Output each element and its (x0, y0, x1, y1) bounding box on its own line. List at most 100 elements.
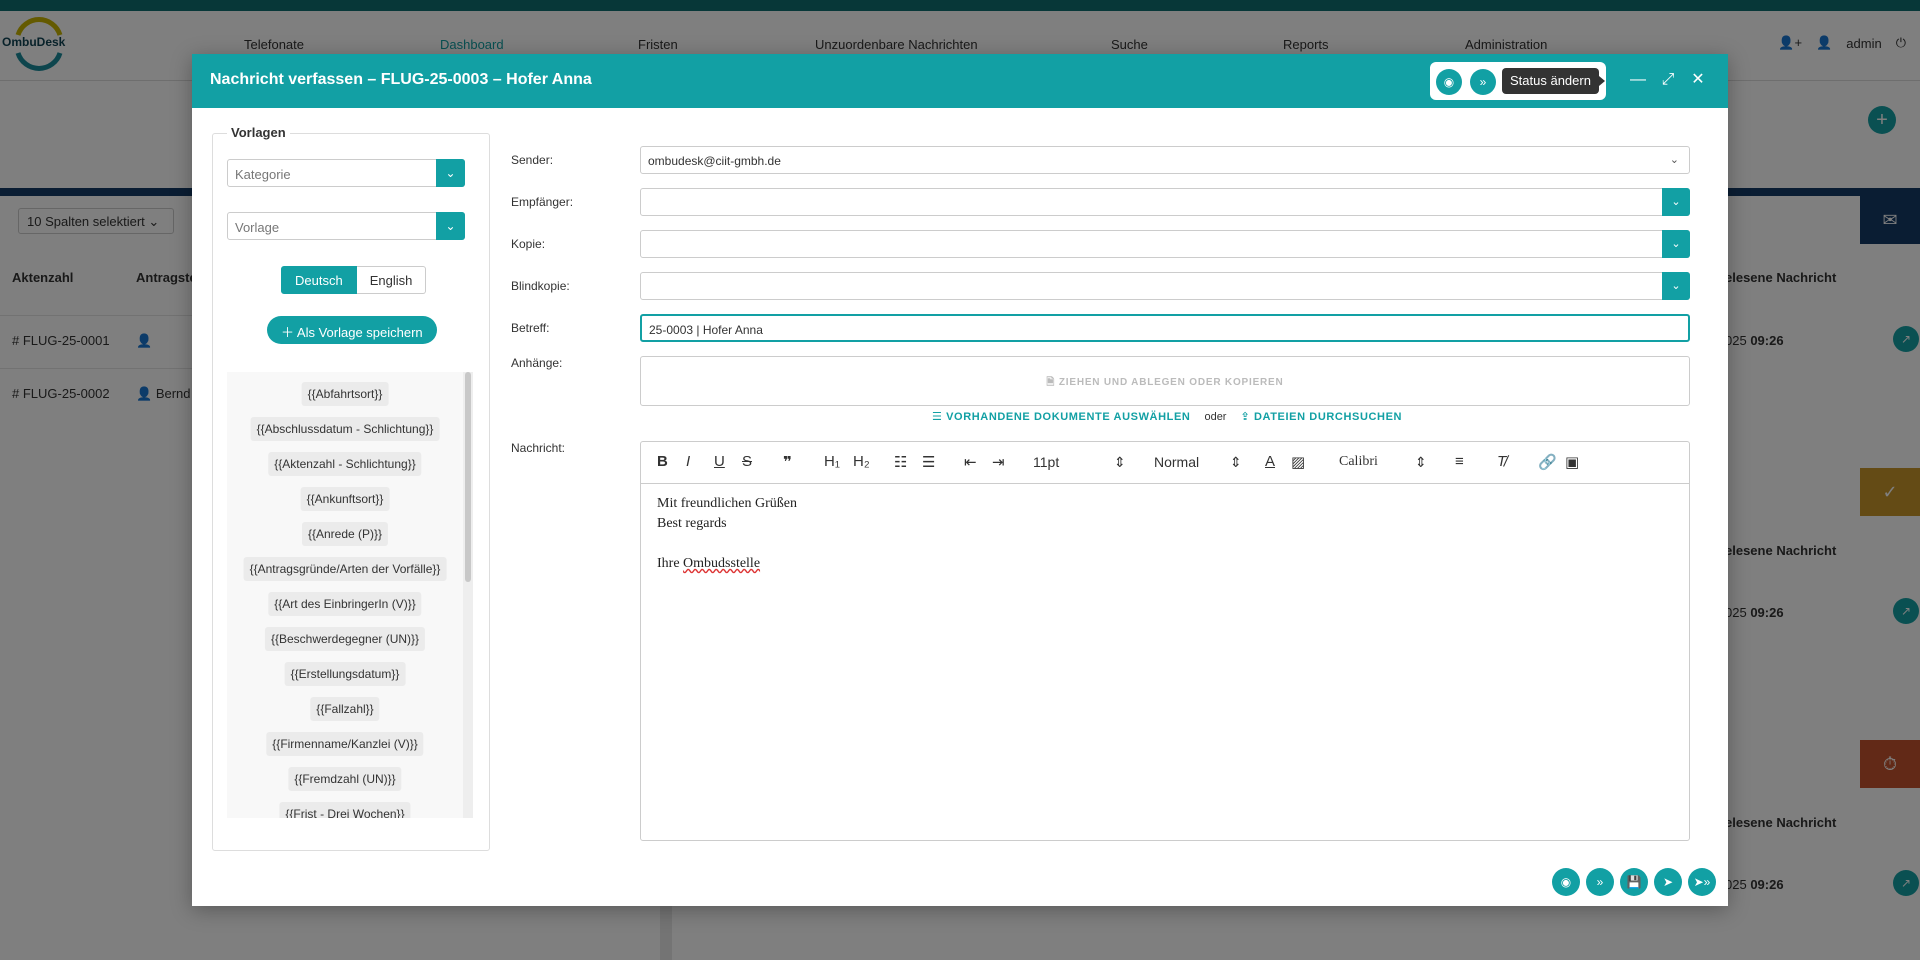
save-icon[interactable]: 💾 (1620, 868, 1648, 896)
strikethrough-icon[interactable]: S (742, 453, 752, 470)
placeholder-tag[interactable]: {{Anrede (P)}} (301, 522, 389, 546)
placeholder-tag[interactable]: {{Abfahrtsort}} (301, 382, 389, 406)
font-size-select[interactable]: 11pt (1033, 454, 1059, 470)
image-icon[interactable]: ▣ (1565, 453, 1579, 471)
editor-line-1: Mit freundlichen Grüßen (657, 496, 797, 511)
subject-value: 25-0003 | Hofer Anna (649, 323, 763, 337)
category-placeholder: Kategorie (235, 167, 291, 182)
preview-icon[interactable]: ◉ (1552, 868, 1580, 896)
chevron-down-icon[interactable]: ⌄ (1662, 272, 1690, 300)
italic-icon[interactable]: I (686, 453, 690, 470)
dialog-header: Nachricht verfassen – FLUG-25-0003 – Hof… (192, 54, 1728, 108)
placeholder-tag[interactable]: {{Beschwerdegegner (UN)}} (264, 627, 426, 651)
placeholder-scrollbar[interactable] (463, 372, 473, 818)
placeholder-tag[interactable]: {{Antragsgründe/Arten der Vorfälle}} (243, 557, 447, 581)
chevron-down-icon[interactable]: ⌄ (1662, 188, 1690, 216)
forward-icon[interactable]: » (1586, 868, 1614, 896)
editor-content[interactable]: Mit freundlichen Grüßen Best regards Ihr… (657, 494, 797, 574)
font-family-select[interactable]: Calibri (1339, 454, 1378, 470)
sender-value: ombudesk@ciit-gmbh.de (648, 154, 781, 168)
style-value: Normal (1154, 454, 1200, 470)
editor-line-4-text: Ihre (657, 556, 684, 571)
style-select[interactable]: Normal (1154, 454, 1199, 470)
lang-en-button[interactable]: English (356, 266, 427, 294)
subject-input[interactable]: 25-0003 | Hofer Anna (640, 314, 1690, 342)
link-icon[interactable]: 🔗 (1538, 453, 1557, 471)
file-icon: 🗎 (1046, 377, 1056, 388)
recipient-field[interactable]: ⌄ (640, 188, 1690, 216)
attachments-label: Anhänge: (511, 356, 563, 370)
bcc-label: Blindkopie: (511, 279, 570, 293)
upload-icon: ⇪ (1240, 411, 1251, 423)
category-select[interactable]: Kategorie ⌄ (227, 159, 465, 187)
bullet-list-icon[interactable]: ☰ (922, 453, 935, 471)
maximize-icon[interactable]: ⤢ (1658, 70, 1678, 90)
outdent-icon[interactable]: ⇤ (964, 453, 977, 471)
attachment-dropzone[interactable]: 🗎 ZIEHEN UND ABLEGEN ODER KOPIEREN (640, 356, 1690, 406)
send-icon[interactable]: ➤ (1654, 868, 1682, 896)
select-documents-link[interactable]: ☰ VORHANDENE DOKUMENTE AUSWÄHLEN (932, 410, 1190, 423)
lang-de-button[interactable]: Deutsch (281, 266, 357, 294)
placeholder-tag[interactable]: {{Erstellungsdatum}} (284, 662, 406, 686)
templates-legend: Vorlagen (227, 125, 290, 140)
cc-label: Kopie: (511, 237, 546, 251)
cc-field[interactable]: ⌄ (640, 230, 1690, 258)
dropzone-text: 🗎 ZIEHEN UND ABLEGEN ODER KOPIEREN (641, 375, 1689, 392)
template-placeholder: Vorlage (235, 220, 280, 235)
preview-icon[interactable]: ◉ (1436, 69, 1462, 95)
template-select[interactable]: Vorlage ⌄ (227, 212, 465, 240)
align-icon[interactable]: ≡ (1455, 453, 1464, 470)
minimize-icon[interactable]: — (1628, 70, 1648, 90)
ordered-list-icon[interactable]: ☷ (894, 453, 907, 471)
scroll-thumb[interactable] (465, 372, 471, 582)
send-close-icon[interactable]: ➤» (1688, 868, 1716, 896)
oder-text: oder (1204, 410, 1227, 423)
compose-message-dialog: Nachricht verfassen – FLUG-25-0003 – Hof… (192, 54, 1728, 906)
browse-files-link[interactable]: ⇪ DATEIEN DURCHSUCHEN (1240, 410, 1402, 423)
chevron-down-icon[interactable]: ⌄ (436, 159, 465, 187)
font-size-value: 11pt (1033, 454, 1060, 470)
chevron-updown-icon[interactable]: ⇕ (1415, 454, 1427, 471)
heading2-icon[interactable]: H₂ (853, 453, 870, 470)
placeholder-tag[interactable]: {{Ankunftsort}} (300, 487, 390, 511)
placeholder-tag[interactable]: {{Fallzahl}} (310, 697, 380, 721)
placeholder-tag[interactable]: {{Art des EinbringerIn (V)}} (268, 592, 422, 616)
sender-label: Sender: (511, 153, 554, 167)
chevron-down-icon[interactable]: ⌄ (436, 212, 465, 240)
blockquote-icon[interactable]: ❞ (783, 453, 792, 471)
forward-icon[interactable]: » (1470, 69, 1496, 95)
chevron-updown-icon[interactable]: ⇕ (1114, 454, 1126, 471)
save-template-label: Als Vorlage speichern (296, 325, 423, 340)
placeholder-tag[interactable]: {{Fremdzahl (UN)}} (288, 767, 402, 791)
plus-icon: ＋ (281, 325, 295, 340)
browse-files-label: DATEIEN DURCHSUCHEN (1253, 411, 1403, 423)
font-color-icon[interactable]: A (1265, 453, 1275, 470)
background-color-icon[interactable]: ▨ (1291, 453, 1305, 471)
heading1-icon[interactable]: H₁ (824, 453, 840, 470)
close-icon[interactable]: ✕ (1688, 70, 1708, 90)
chevron-down-icon[interactable]: ⌄ (1662, 230, 1690, 258)
document-links: ☰ VORHANDENE DOKUMENTE AUSWÄHLEN oder ⇪ … (932, 410, 1402, 424)
recipient-label: Empfänger: (511, 195, 574, 209)
placeholder-tag[interactable]: {{Frist - Drei Wochen}} (279, 802, 411, 818)
dropzone-label: ZIEHEN UND ABLEGEN ODER KOPIEREN (1058, 377, 1284, 388)
templates-panel: Vorlagen Kategorie ⌄ Vorlage ⌄ Deutsch E… (212, 125, 490, 851)
bold-icon[interactable]: B (657, 453, 668, 470)
chevron-updown-icon[interactable]: ⇕ (1230, 454, 1242, 471)
save-template-button[interactable]: ＋ Als Vorlage speichern (267, 316, 437, 344)
sender-select[interactable]: ombudesk@ciit-gmbh.de ⌄ (640, 146, 1690, 174)
message-label: Nachricht: (511, 441, 566, 455)
bcc-field[interactable]: ⌄ (640, 272, 1690, 300)
indent-icon[interactable]: ⇥ (992, 453, 1005, 471)
message-editor[interactable]: B I U S ❞ H₁ H₂ ☷ ☰ ⇤ ⇥ 11pt ⇕ Normal ⇕ … (640, 441, 1690, 841)
clear-format-icon[interactable]: T̸ (1497, 453, 1506, 470)
status-tooltip: Status ändern (1502, 68, 1605, 94)
placeholder-tag[interactable]: {{Abschlussdatum - Schlichtung}} (250, 417, 440, 441)
underline-icon[interactable]: U (714, 453, 725, 470)
list-icon: ☰ (932, 411, 943, 423)
placeholder-list: {{Abfahrtsort}} {{Abschlussdatum - Schlic… (227, 372, 463, 818)
chevron-down-icon[interactable]: ⌄ (1670, 153, 1679, 166)
placeholder-tag[interactable]: {{Aktenzahl - Schlichtung}} (268, 452, 422, 476)
editor-line-2: Best regards (657, 516, 727, 531)
placeholder-tag[interactable]: {{Firmenname/Kanzlei (V)}} (266, 732, 424, 756)
